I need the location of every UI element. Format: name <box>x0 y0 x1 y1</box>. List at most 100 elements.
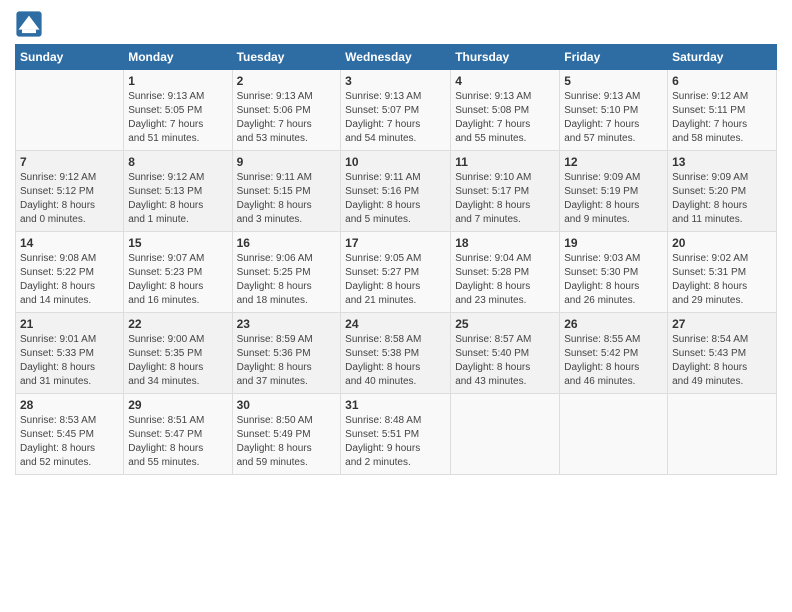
daylight-line2: and 58 minutes. <box>672 133 743 144</box>
day-number: 5 <box>564 74 663 88</box>
calendar-table: SundayMondayTuesdayWednesdayThursdayFrid… <box>15 44 777 475</box>
calendar-cell: 8 Sunrise: 9:12 AMSunset: 5:13 PMDaylight… <box>124 151 232 232</box>
day-number: 28 <box>20 398 119 412</box>
sunset-text: Sunset: 5:20 PM <box>672 186 746 197</box>
daylight-line1: Daylight: 7 hours <box>345 119 420 130</box>
daylight-line2: and 31 minutes. <box>20 376 91 387</box>
day-number: 13 <box>672 155 772 169</box>
daylight-line1: Daylight: 8 hours <box>345 281 420 292</box>
calendar-cell: 19Sunrise: 9:03 AMSunset: 5:30 PMDayligh… <box>560 232 668 313</box>
day-number: 8 <box>128 155 227 169</box>
daylight-line1: Daylight: 8 hours <box>455 200 530 211</box>
sunset-text: Sunset: 5:28 PM <box>455 267 529 278</box>
calendar-cell <box>16 70 124 151</box>
daylight-line2: and 18 minutes. <box>237 295 308 306</box>
sunrise-text: Sunrise: 8:58 AM <box>345 334 421 345</box>
day-info: Sunrise: 9:10 AMSunset: 5:17 PMDaylight:… <box>455 171 555 227</box>
calendar-cell: 10Sunrise: 9:11 AMSunset: 5:16 PMDayligh… <box>341 151 451 232</box>
daylight-line2: and 5 minutes. <box>345 214 411 225</box>
daylight-line2: and 37 minutes. <box>237 376 308 387</box>
sunset-text: Sunset: 5:45 PM <box>20 429 94 440</box>
calendar-cell: 23 Sunrise: 8:59 AMSunset: 5:36 PMDayligh… <box>232 313 341 394</box>
sunset-text: Sunset: 5:10 PM <box>564 105 638 116</box>
day-info: Sunrise: 9:05 AMSunset: 5:27 PMDaylight:… <box>345 252 446 308</box>
daylight-line2: and 16 minutes. <box>128 295 199 306</box>
logo-icon <box>15 10 43 38</box>
day-info: Sunrise: 9:09 AMSunset: 5:19 PMDaylight:… <box>564 171 663 227</box>
sunset-text: Sunset: 5:49 PM <box>237 429 311 440</box>
weekday-thursday: Thursday <box>451 45 560 70</box>
day-info: Sunrise: 8:59 AMSunset: 5:36 PMDaylight:… <box>237 333 337 389</box>
daylight-line2: and 40 minutes. <box>345 376 416 387</box>
calendar-cell: 13Sunrise: 9:09 AMSunset: 5:20 PMDayligh… <box>668 151 777 232</box>
day-info: Sunrise: 9:11 AMSunset: 5:15 PMDaylight:… <box>237 171 337 227</box>
daylight-line1: Daylight: 8 hours <box>20 362 95 373</box>
day-number: 23 <box>237 317 337 331</box>
daylight-line1: Daylight: 7 hours <box>564 119 639 130</box>
sunrise-text: Sunrise: 9:12 AM <box>128 172 204 183</box>
week-row-3: 14Sunrise: 9:08 AMSunset: 5:22 PMDayligh… <box>16 232 777 313</box>
sunset-text: Sunset: 5:11 PM <box>672 105 745 116</box>
sunrise-text: Sunrise: 9:04 AM <box>455 253 531 264</box>
day-info: Sunrise: 9:04 AMSunset: 5:28 PMDaylight:… <box>455 252 555 308</box>
day-info: Sunrise: 8:55 AMSunset: 5:42 PMDaylight:… <box>564 333 663 389</box>
sunset-text: Sunset: 5:22 PM <box>20 267 94 278</box>
daylight-line1: Daylight: 8 hours <box>20 281 95 292</box>
day-info: Sunrise: 9:13 AMSunset: 5:10 PMDaylight:… <box>564 90 663 146</box>
daylight-line2: and 3 minutes. <box>237 214 303 225</box>
calendar-cell: 16Sunrise: 9:06 AMSunset: 5:25 PMDayligh… <box>232 232 341 313</box>
daylight-line1: Daylight: 8 hours <box>237 443 312 454</box>
daylight-line1: Daylight: 8 hours <box>237 362 312 373</box>
daylight-line1: Daylight: 8 hours <box>455 362 530 373</box>
sunrise-text: Sunrise: 9:07 AM <box>128 253 204 264</box>
week-row-2: 7Sunrise: 9:12 AMSunset: 5:12 PMDaylight… <box>16 151 777 232</box>
sunrise-text: Sunrise: 9:08 AM <box>20 253 96 264</box>
calendar-cell: 15Sunrise: 9:07 AMSunset: 5:23 PMDayligh… <box>124 232 232 313</box>
sunrise-text: Sunrise: 9:05 AM <box>345 253 421 264</box>
calendar-cell: 11Sunrise: 9:10 AMSunset: 5:17 PMDayligh… <box>451 151 560 232</box>
calendar-cell: 6Sunrise: 9:12 AMSunset: 5:11 PMDaylight… <box>668 70 777 151</box>
day-info: Sunrise: 8:51 AMSunset: 5:47 PMDaylight:… <box>128 414 227 470</box>
daylight-line1: Daylight: 7 hours <box>128 119 203 130</box>
calendar-cell <box>451 394 560 475</box>
daylight-line1: Daylight: 8 hours <box>564 281 639 292</box>
daylight-line1: Daylight: 8 hours <box>345 200 420 211</box>
day-number: 9 <box>237 155 337 169</box>
sunrise-text: Sunrise: 9:11 AM <box>345 172 420 183</box>
sunset-text: Sunset: 5:43 PM <box>672 348 746 359</box>
day-info: Sunrise: 9:12 AMSunset: 5:11 PMDaylight:… <box>672 90 772 146</box>
daylight-line1: Daylight: 8 hours <box>345 362 420 373</box>
calendar-cell: 22Sunrise: 9:00 AMSunset: 5:35 PMDayligh… <box>124 313 232 394</box>
day-info: Sunrise: 9:13 AMSunset: 5:08 PMDaylight:… <box>455 90 555 146</box>
calendar-cell: 1Sunrise: 9:13 AMSunset: 5:05 PMDaylight… <box>124 70 232 151</box>
daylight-line2: and 57 minutes. <box>564 133 635 144</box>
sunrise-text: Sunrise: 9:11 AM <box>237 172 312 183</box>
daylight-line2: and 14 minutes. <box>20 295 91 306</box>
weekday-friday: Friday <box>560 45 668 70</box>
day-info: Sunrise: 8:53 AMSunset: 5:45 PMDaylight:… <box>20 414 119 470</box>
daylight-line1: Daylight: 8 hours <box>672 362 747 373</box>
sunrise-text: Sunrise: 9:12 AM <box>20 172 96 183</box>
daylight-line2: and 11 minutes. <box>672 214 742 225</box>
calendar-cell: 28 Sunrise: 8:53 AMSunset: 5:45 PMDayligh… <box>16 394 124 475</box>
daylight-line2: and 51 minutes. <box>128 133 199 144</box>
sunrise-text: Sunrise: 9:13 AM <box>455 91 531 102</box>
day-info: Sunrise: 9:07 AMSunset: 5:23 PMDaylight:… <box>128 252 227 308</box>
calendar-cell <box>560 394 668 475</box>
day-info: Sunrise: 9:13 AMSunset: 5:06 PMDaylight:… <box>237 90 337 146</box>
day-number: 2 <box>237 74 337 88</box>
calendar-cell: 18Sunrise: 9:04 AMSunset: 5:28 PMDayligh… <box>451 232 560 313</box>
day-info: Sunrise: 9:12 AMSunset: 5:13 PMDaylight:… <box>128 171 227 227</box>
sunset-text: Sunset: 5:36 PM <box>237 348 311 359</box>
day-number: 1 <box>128 74 227 88</box>
day-number: 25 <box>455 317 555 331</box>
daylight-line1: Daylight: 8 hours <box>672 281 747 292</box>
sunrise-text: Sunrise: 9:09 AM <box>564 172 640 183</box>
day-number: 12 <box>564 155 663 169</box>
daylight-line1: Daylight: 9 hours <box>345 443 420 454</box>
day-number: 17 <box>345 236 446 250</box>
calendar-cell: 4Sunrise: 9:13 AMSunset: 5:08 PMDaylight… <box>451 70 560 151</box>
daylight-line2: and 26 minutes. <box>564 295 635 306</box>
sunrise-text: Sunrise: 9:00 AM <box>128 334 204 345</box>
week-row-4: 21Sunrise: 9:01 AMSunset: 5:33 PMDayligh… <box>16 313 777 394</box>
